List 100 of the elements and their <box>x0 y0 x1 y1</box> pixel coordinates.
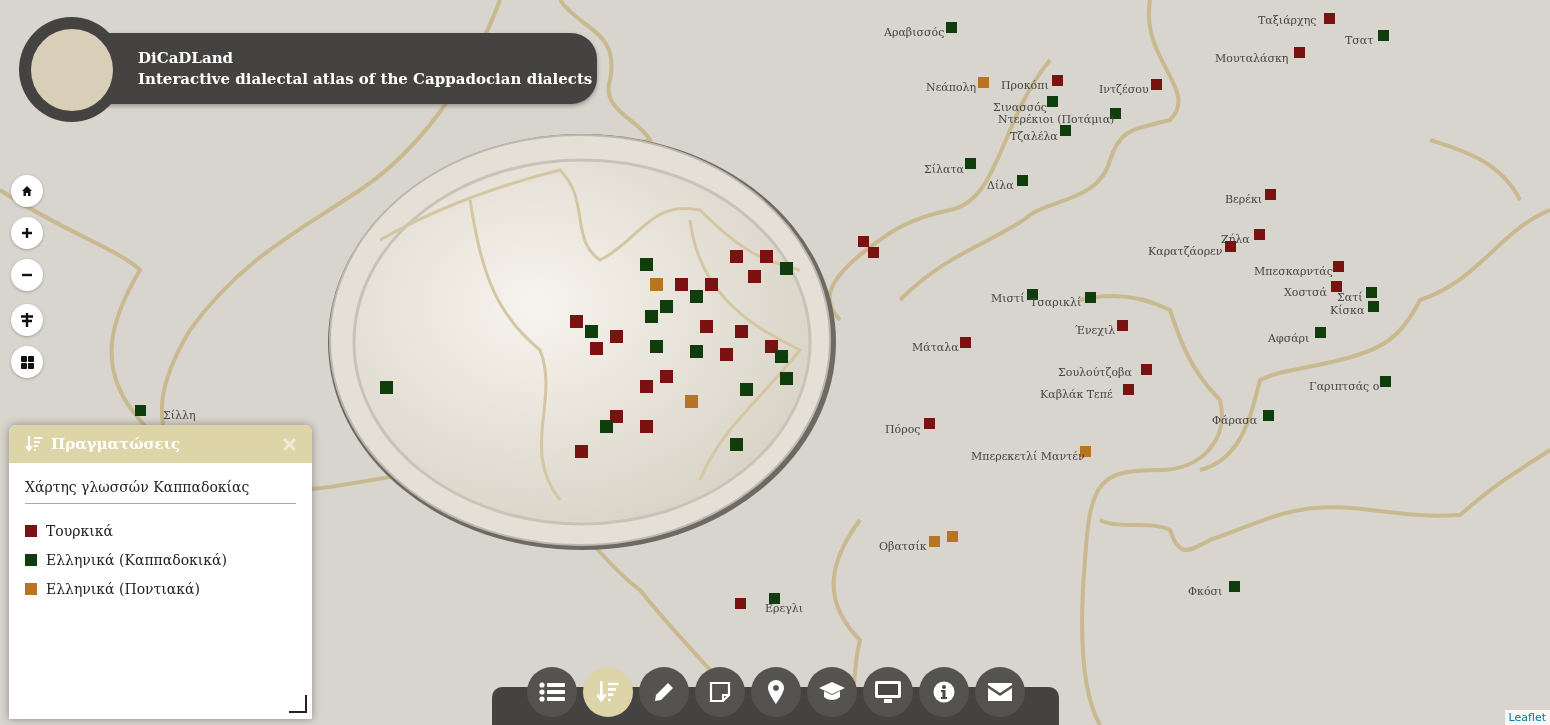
map-marker[interactable] <box>1263 410 1274 421</box>
map-marker[interactable] <box>1380 376 1391 387</box>
place-label: Σατί <box>1337 291 1363 304</box>
place-label: Γαριπτσάς ο <box>1309 380 1380 393</box>
map-marker[interactable] <box>735 598 746 609</box>
place-label: Καβλάκ Τεπέ <box>1040 388 1113 401</box>
map-marker[interactable] <box>1017 175 1028 186</box>
minus-icon <box>21 273 33 277</box>
place-label: Φάρασα <box>1212 414 1258 427</box>
map-marker[interactable] <box>1229 581 1240 592</box>
mail-tool-button[interactable] <box>975 667 1025 717</box>
list-tool-button[interactable] <box>527 667 577 717</box>
envelope-icon <box>988 683 1012 701</box>
legend-tool-button[interactable] <box>583 667 633 717</box>
panel-title: Πραγματώσεις <box>51 435 182 453</box>
map-marker[interactable] <box>1085 292 1096 303</box>
resize-handle-icon[interactable] <box>289 695 307 713</box>
place-label: Μπερεκετλί Μαντέν <box>971 450 1085 463</box>
home-button[interactable] <box>11 175 43 207</box>
place-label: Καρατζάορεν <box>1148 245 1223 258</box>
signpost-button[interactable] <box>11 304 43 336</box>
place-label: Κίσκα <box>1330 304 1365 317</box>
map-marker[interactable] <box>929 536 940 547</box>
place-label: Φκόσι <box>1188 585 1223 598</box>
map-marker[interactable] <box>1123 384 1134 395</box>
place-label: Τζαλέλα <box>1010 130 1058 143</box>
zoom-in-button[interactable] <box>11 217 43 249</box>
map-marker[interactable] <box>924 418 935 429</box>
place-label: Αφσάρι <box>1268 332 1310 345</box>
attribution-link[interactable]: Leaflet <box>1504 710 1550 725</box>
map-marker[interactable] <box>978 77 989 88</box>
signpost-icon <box>20 312 34 328</box>
map-marker[interactable] <box>868 247 879 258</box>
zoom-out-button[interactable] <box>11 259 43 291</box>
map-marker[interactable] <box>769 593 780 604</box>
map-marker[interactable] <box>858 236 869 247</box>
sort-icon <box>25 435 43 453</box>
place-label: Μπεσκαρντάς <box>1254 265 1333 278</box>
place-label: Σίλλη <box>163 409 196 422</box>
map-marker[interactable] <box>1265 189 1276 200</box>
legend-label: Τουρκικά <box>46 522 113 539</box>
map-marker[interactable] <box>135 405 146 416</box>
legend-label: Ελληνικά (Ποντιακά) <box>46 580 200 597</box>
site-title: DiCaDLand <box>138 47 235 69</box>
info-tool-button[interactable] <box>919 667 969 717</box>
pin-tool-button[interactable] <box>751 667 801 717</box>
map-marker[interactable] <box>946 22 957 33</box>
map-marker[interactable] <box>1368 301 1379 312</box>
map-marker[interactable] <box>1225 241 1236 252</box>
map-marker[interactable] <box>1324 13 1335 24</box>
map-marker[interactable] <box>1331 281 1342 292</box>
place-label: Χοστσά <box>1284 286 1327 299</box>
map-marker[interactable] <box>1333 261 1344 272</box>
place-label: Ένεχιλ <box>1075 324 1116 337</box>
map-marker[interactable] <box>1366 287 1377 298</box>
note-icon <box>709 681 731 703</box>
map-marker[interactable] <box>1052 75 1063 86</box>
legend-heading: Χάρτης γλωσσών Καππαδοκίας <box>25 479 251 497</box>
place-label: Ερεγλι <box>765 602 804 615</box>
place-label: Μιστί <box>991 292 1025 305</box>
place-label: Προκόπι <box>1001 79 1049 92</box>
place-label: Ιντζέσου <box>1099 83 1149 96</box>
map-marker[interactable] <box>947 531 958 542</box>
map-marker[interactable] <box>1294 47 1305 58</box>
map-marker[interactable] <box>1047 96 1058 107</box>
map-pin-icon <box>768 680 784 704</box>
place-label: Μάταλα <box>912 341 959 354</box>
site-subtitle: Interactive dialectal atlas of the Cappadocian dialects <box>138 68 593 90</box>
note-tool-button[interactable] <box>695 667 745 717</box>
place-label: Σουλούτζοβα <box>1058 366 1132 379</box>
place-label: Βερέκι <box>1225 193 1263 206</box>
place-label: Τσαρικλί <box>1030 296 1082 309</box>
pencil-icon <box>653 681 675 703</box>
place-label: Ντερέκιοι (Ποτάμια) <box>998 113 1115 126</box>
edit-tool-button[interactable] <box>639 667 689 717</box>
map-marker[interactable] <box>1117 320 1128 331</box>
place-label: Ταξιάρχης <box>1258 14 1317 27</box>
place-label: Αραβισσός <box>884 26 945 39</box>
map-marker[interactable] <box>1060 125 1071 136</box>
map-marker[interactable] <box>1378 30 1389 41</box>
place-label: Νεάπολη <box>926 81 977 94</box>
place-label: Πόρος <box>885 423 921 436</box>
place-label: Σινασσός <box>993 101 1047 114</box>
place-label: Σίλατα <box>924 163 964 176</box>
map-marker[interactable] <box>1151 79 1162 90</box>
list-icon <box>539 681 565 703</box>
place-label: Οβατσίκ <box>879 540 927 553</box>
map-marker[interactable] <box>965 158 976 169</box>
home-icon <box>21 185 33 197</box>
place-label: Μουταλάσκη <box>1215 52 1289 65</box>
map-marker[interactable] <box>960 337 971 348</box>
screen-tool-button[interactable] <box>863 667 913 717</box>
sort-icon <box>596 680 620 704</box>
map-marker[interactable] <box>1141 364 1152 375</box>
place-label: Δίλα <box>987 179 1014 192</box>
map-marker[interactable] <box>1315 327 1326 338</box>
close-icon[interactable] <box>283 437 296 451</box>
grid-button[interactable] <box>11 346 43 378</box>
legend-label: Ελληνικά (Καππαδοκικά) <box>46 551 227 568</box>
map-marker[interactable] <box>1254 229 1265 240</box>
